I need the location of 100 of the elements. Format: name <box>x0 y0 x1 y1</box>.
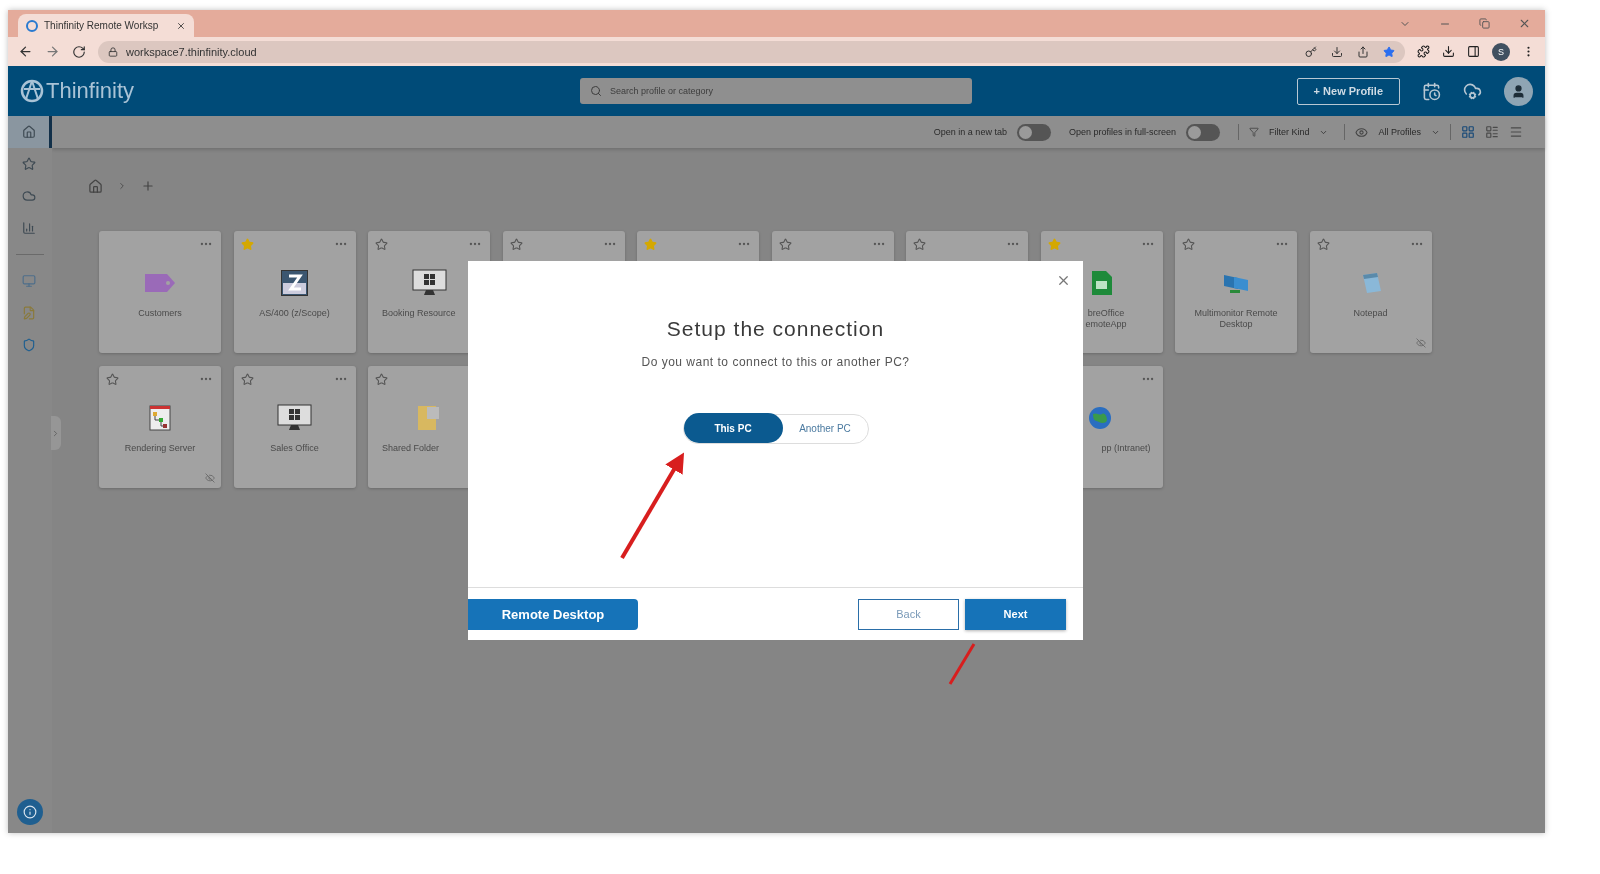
logo-icon <box>20 79 44 103</box>
address-bar[interactable]: workspace7.thinfinity.cloud <box>98 40 1405 63</box>
profile-card[interactable]: Multimonitor Remote Desktop <box>1175 231 1297 353</box>
dialog-question: Do you want to connect to this or another PC? <box>641 355 910 369</box>
diagram-icon <box>149 405 171 431</box>
lock-icon <box>108 46 118 57</box>
favorite-star-icon[interactable] <box>509 237 523 251</box>
toggle-switch[interactable] <box>1016 123 1051 141</box>
restore-icon[interactable] <box>1479 18 1490 29</box>
card-label: Sales Office <box>269 443 320 455</box>
dialog-title: Setup the connection <box>666 317 885 341</box>
close-button[interactable] <box>1056 273 1071 288</box>
tab-title: Thinfinity Remote Worksp <box>44 20 159 31</box>
favorite-star-icon[interactable] <box>913 237 926 251</box>
add-icon[interactable] <box>141 179 155 193</box>
info-icon <box>23 805 37 819</box>
back-icon[interactable] <box>18 44 33 59</box>
visibility-dropdown[interactable]: All Profiles <box>1378 127 1421 137</box>
cloud-icon <box>21 189 36 203</box>
star-icon[interactable] <box>1383 45 1395 58</box>
tab-logo-icon <box>26 19 38 32</box>
profile-card[interactable]: Notepad <box>1309 231 1432 353</box>
home-icon <box>21 125 36 139</box>
calendar-icon[interactable] <box>1422 81 1441 101</box>
connection-type-label: Remote Desktop <box>468 598 638 630</box>
forward-icon[interactable] <box>45 44 60 59</box>
toggle-label: Open in a new tab <box>933 127 1007 137</box>
favorite-star-icon[interactable] <box>1182 237 1195 251</box>
next-button[interactable]: Next <box>965 598 1066 630</box>
favorite-star-icon[interactable] <box>778 237 792 251</box>
hidden-icon <box>1415 338 1426 348</box>
view-button[interactable] <box>1461 125 1475 139</box>
help-button[interactable] <box>17 799 43 825</box>
card-label: Shared Folder <box>381 443 441 455</box>
eye-icon <box>1355 125 1369 139</box>
profile-card[interactable]: Rendering Server <box>99 366 221 488</box>
collapse-handle[interactable] <box>51 416 61 450</box>
filter-icon <box>1248 127 1259 137</box>
note-icon <box>21 306 36 320</box>
favorite-star-icon[interactable] <box>1316 237 1330 251</box>
spreadsheet-icon <box>1090 270 1113 296</box>
sidebar-item[interactable] <box>8 116 52 148</box>
toggle-switch[interactable] <box>1185 123 1220 141</box>
monitors-icon <box>1222 272 1250 294</box>
monitor-icon <box>277 404 312 432</box>
profile-card[interactable]: Sales Office <box>233 366 356 488</box>
favorite-star-icon[interactable] <box>240 237 254 251</box>
chart-icon <box>21 221 36 235</box>
monitor-icon <box>21 274 36 288</box>
annotation-line <box>948 643 976 685</box>
terminal-app-icon <box>281 270 308 296</box>
extensions-icon[interactable] <box>1417 45 1430 58</box>
view-button[interactable] <box>1485 125 1499 139</box>
favorite-star-icon[interactable] <box>375 237 388 251</box>
card-label: AS/400 (z/Scope) <box>258 308 331 320</box>
back-button[interactable]: Back <box>858 598 959 630</box>
user-avatar[interactable] <box>1504 76 1533 106</box>
card-label: pp (Intranet) <box>1101 443 1151 455</box>
favorite-star-icon[interactable] <box>240 372 254 386</box>
profile-avatar[interactable]: S <box>1492 42 1510 61</box>
favorite-star-icon[interactable] <box>106 372 119 386</box>
favorite-star-icon[interactable] <box>1047 237 1061 251</box>
filter-dropdown[interactable]: Filter Kind <box>1268 127 1310 137</box>
card-label: Rendering Server <box>123 443 197 455</box>
category-card[interactable]: Customers <box>99 231 221 353</box>
shield-icon <box>21 338 36 352</box>
url-text: workspace7.thinfinity.cloud <box>126 45 257 58</box>
logo-text: Thinfinity <box>46 78 135 104</box>
side-panel-icon[interactable] <box>1467 45 1480 58</box>
globe-icon <box>1086 405 1113 431</box>
close-icon[interactable] <box>176 20 186 31</box>
search-icon <box>590 85 602 97</box>
key-icon[interactable] <box>1305 45 1317 58</box>
choice-option[interactable]: Another PC <box>782 413 868 443</box>
reload-icon[interactable] <box>72 44 86 59</box>
monitor-icon <box>411 269 447 297</box>
folder-icon <box>417 405 441 431</box>
card-label: Booking Resource <box>381 308 457 320</box>
install-icon[interactable] <box>1331 45 1343 58</box>
download-icon[interactable] <box>1442 45 1455 58</box>
favorite-star-icon[interactable] <box>644 237 657 251</box>
hidden-icon <box>205 473 215 483</box>
view-button[interactable] <box>1509 125 1523 139</box>
star-icon <box>21 157 36 171</box>
cloud-settings-icon[interactable] <box>1463 81 1482 101</box>
toggle-label: Open profiles in full-screen <box>1068 127 1176 137</box>
choice-option[interactable]: This PC <box>683 413 783 443</box>
close-icon[interactable] <box>1518 17 1531 30</box>
card-label: Customers <box>137 308 183 320</box>
new-profile-button[interactable]: + New Profile <box>1296 77 1400 105</box>
share-icon[interactable] <box>1357 45 1369 58</box>
favorite-star-icon[interactable] <box>375 372 388 386</box>
tag-icon <box>144 272 176 294</box>
card-label: Notepad <box>1352 308 1389 320</box>
browser-tab[interactable]: Thinfinity Remote Worksp <box>18 14 194 37</box>
profile-card[interactable]: AS/400 (z/Scope) <box>233 231 356 353</box>
chevron-icon <box>117 181 127 191</box>
home-icon[interactable] <box>88 178 103 194</box>
card-label: breOffice emoteApp <box>1085 308 1127 331</box>
search-field[interactable]: Search profile or category <box>580 78 972 104</box>
